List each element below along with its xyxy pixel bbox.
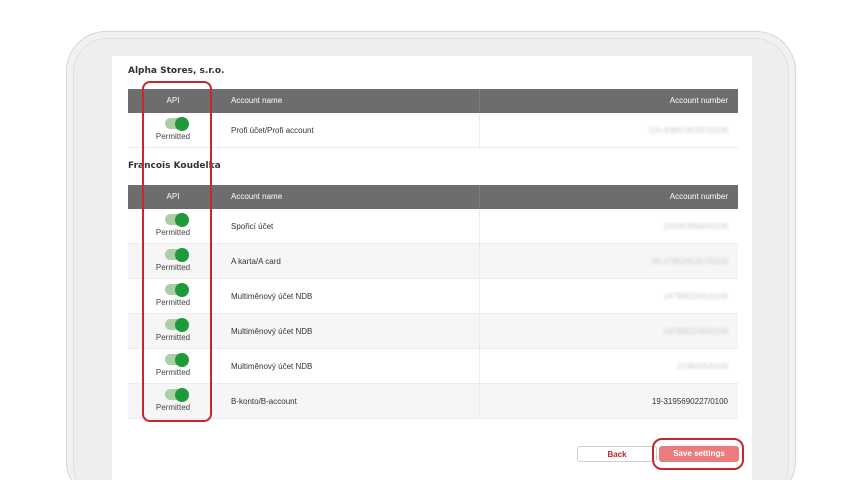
account-name: Multiměnový účet NDB — [231, 291, 313, 301]
api-column-highlight — [142, 81, 212, 422]
header-divider — [479, 185, 480, 209]
app-stage: Alpha Stores, s.r.o. API Account name Ac… — [0, 0, 864, 480]
accounts-table: API Account name Account number Permitte… — [128, 185, 738, 419]
accounts-table: API Account name Account number Permitte… — [128, 89, 738, 148]
table-row: Permitted A karta/A card 35-2795341357/010… — [128, 244, 738, 279]
company-name: Alpha Stores, s.r.o. — [128, 66, 225, 76]
column-divider — [479, 113, 480, 147]
column-divider — [479, 279, 480, 313]
account-name: B-konto/B-account — [231, 396, 297, 406]
account-number: 1479852241/0100 — [663, 291, 728, 301]
column-divider — [479, 244, 480, 278]
account-number: 115-4380730297/0100 — [648, 125, 728, 135]
table-header: API Account name Account number — [128, 185, 738, 209]
back-button[interactable]: Back — [577, 446, 657, 462]
column-divider — [479, 209, 480, 243]
account-number: 19-3195690227/0100 — [651, 396, 728, 406]
account-name: Spořicí účet — [231, 221, 274, 231]
header-account-number: Account number — [669, 192, 728, 201]
header-account-number: Account number — [669, 96, 728, 105]
table-row: Permitted B-konto/B-account 19-3195690227/… — [128, 384, 738, 419]
table-header: API Account name Account number — [128, 89, 738, 113]
account-name: Multiměnový účet NDB — [231, 361, 313, 371]
save-button-highlight — [652, 438, 744, 470]
table-row: Permitted Multiměnový účet NDB 1479852245/… — [128, 314, 738, 349]
header-account-name: Account name — [231, 96, 283, 105]
column-divider — [479, 314, 480, 348]
table-row: Permitted Profi účet/Profi account 115-438… — [128, 113, 738, 148]
header-account-name: Account name — [231, 192, 283, 201]
account-name: A karta/A card — [231, 256, 281, 266]
header-divider — [479, 89, 480, 113]
account-number: 2238405/0100 — [676, 361, 728, 371]
table-row: Permitted Spořicí účet 1059538664/0100 — [128, 209, 738, 244]
table-row: Permitted Multiměnový účet NDB 1479852241/… — [128, 279, 738, 314]
account-name: Profi účet/Profi account — [231, 125, 314, 135]
account-number: 1059538664/0100 — [663, 221, 728, 231]
column-divider — [479, 349, 480, 383]
column-divider — [479, 384, 480, 418]
account-number: 35-2795341357/0100 — [651, 256, 728, 266]
table-row: Permitted Multiměnový účet NDB 2238405/010… — [128, 349, 738, 384]
account-name: Multiměnový účet NDB — [231, 326, 313, 336]
account-number: 1479852245/0100 — [663, 326, 728, 336]
